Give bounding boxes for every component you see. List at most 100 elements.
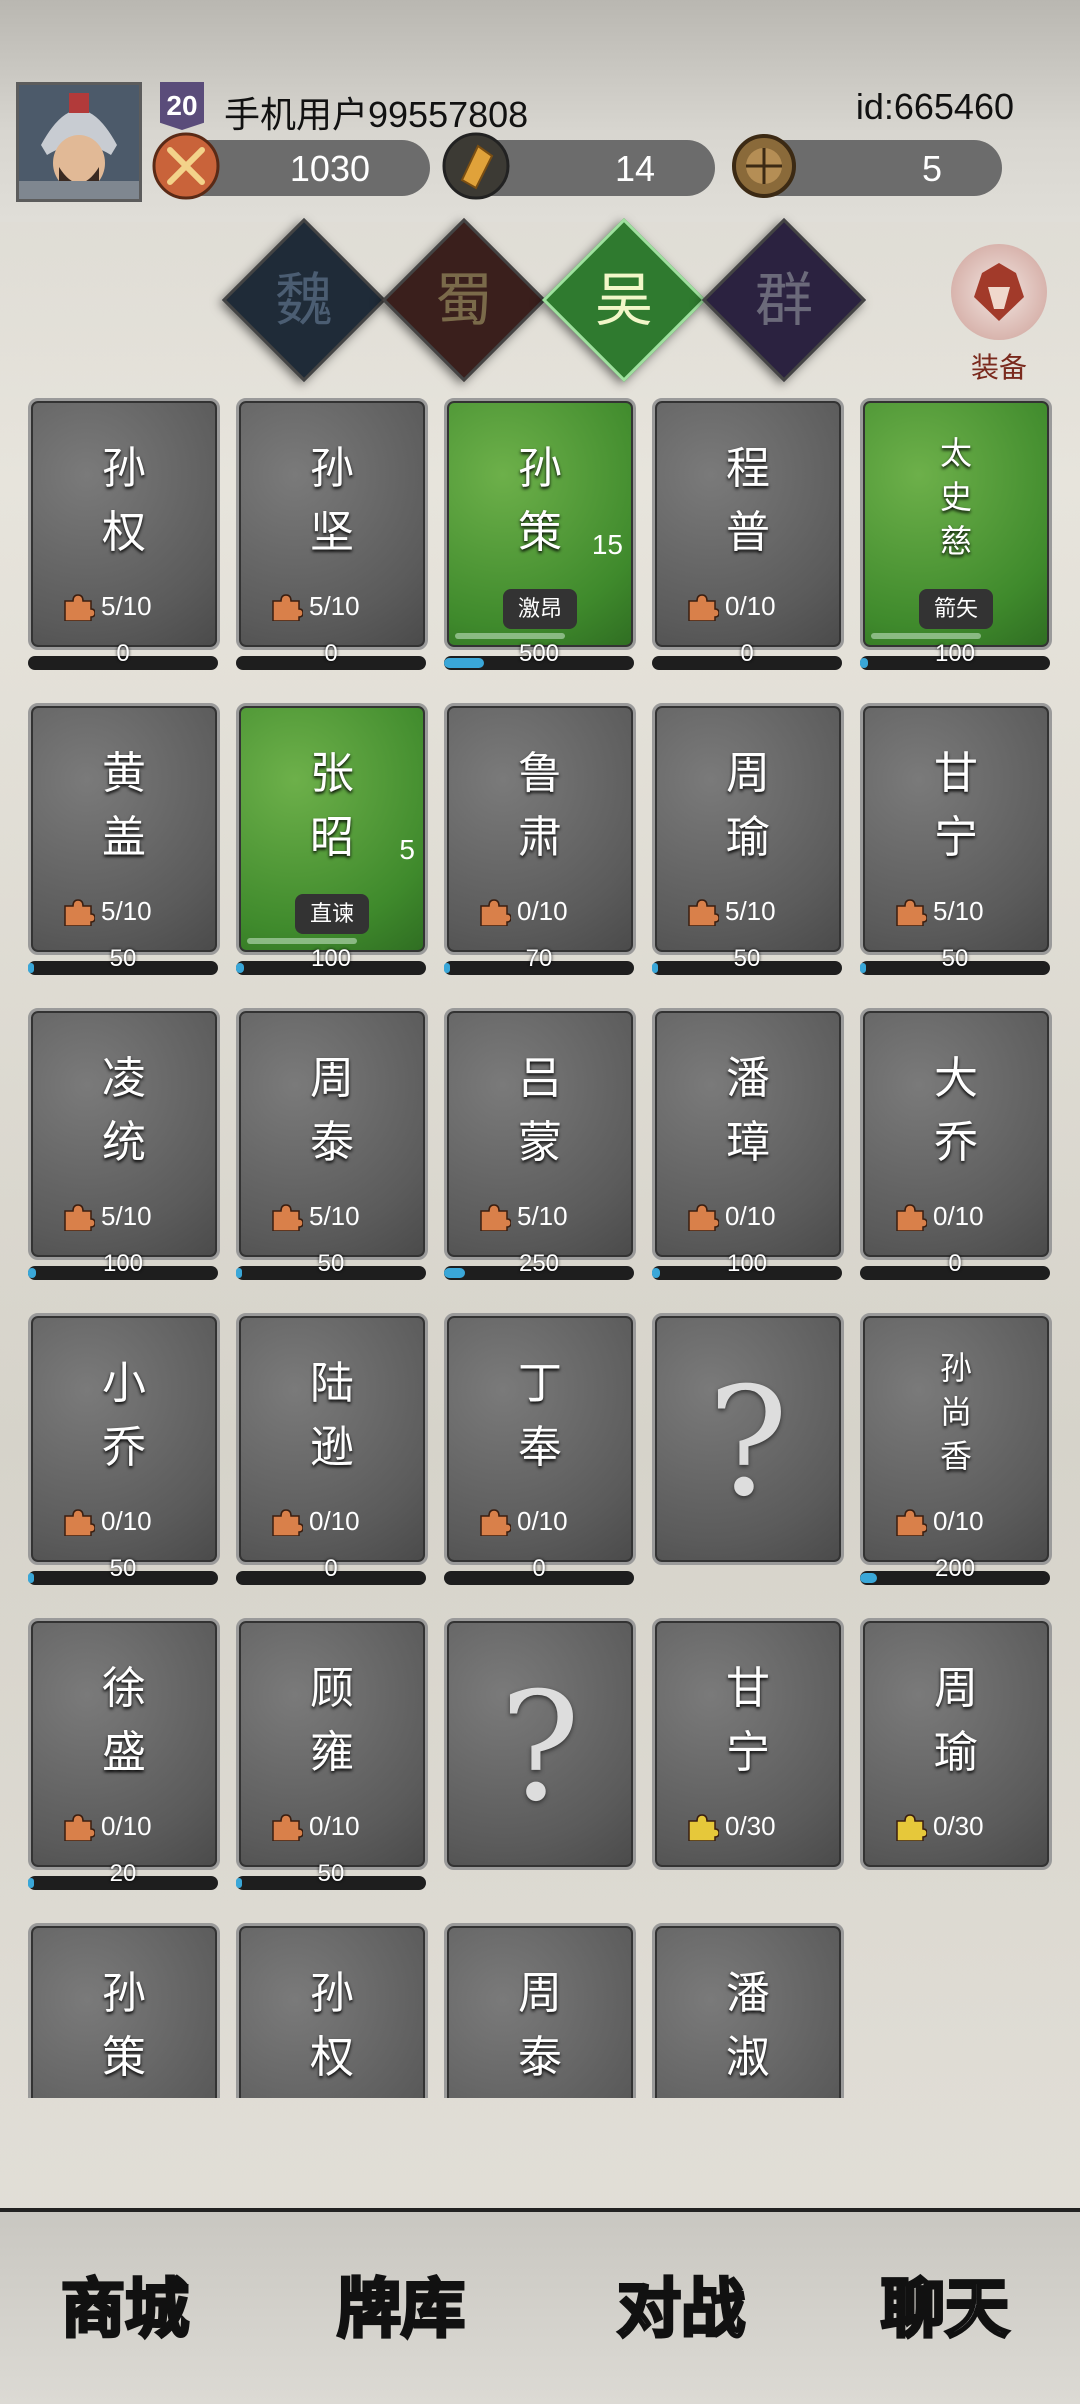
stat-scroll[interactable]: 14 <box>442 132 715 200</box>
card-fragment-count: 0/10 <box>477 1506 568 1537</box>
card-progress-bar: 500 <box>444 640 634 670</box>
card-hero-name: 张 昭 <box>310 748 354 863</box>
nav-chat-label: 聊天 <box>880 2271 1011 2349</box>
tab-faction-qun[interactable]: 群 <box>701 217 867 383</box>
card-hero-name: 周 泰 <box>518 1968 562 2083</box>
puzzle-fragment-icon <box>64 593 95 621</box>
unknown-card-mark: ? <box>707 1356 789 1530</box>
card-progress-bar: 50 <box>28 1555 218 1585</box>
card-face: 张 昭 5 直谏 <box>236 703 428 955</box>
card-fragment-text: 5/10 <box>101 591 152 621</box>
hero-card[interactable]: 凌 统 5/10 100 <box>28 1008 220 1298</box>
card-face: 潘 淑 <box>652 1923 844 2098</box>
card-face: 潘 璋 0/10 <box>652 1008 844 1260</box>
hero-card[interactable]: 周 泰 <box>444 1923 636 2098</box>
card-fragment-text: 5/10 <box>725 896 776 926</box>
username: 手机用户99557808 <box>224 94 529 135</box>
hero-card[interactable]: 甘 宁 5/10 50 <box>860 703 1052 993</box>
card-hero-name: 周 泰 <box>310 1053 354 1168</box>
hero-card[interactable]: 大 乔 0/10 0 <box>860 1008 1052 1298</box>
hero-card[interactable]: 孙 坚 5/10 0 <box>236 398 428 688</box>
hero-card[interactable]: 陆 逊 0/10 0 <box>236 1313 428 1603</box>
hero-card[interactable]: 鲁 肃 0/10 70 <box>444 703 636 993</box>
card-progress-value: 100 <box>726 1250 768 1277</box>
nav-shop[interactable]: 商城 <box>40 2250 210 2370</box>
profile-header: 20 手机用户99557808 id:665460 1030 14 5 <box>0 0 1080 222</box>
stat-orb[interactable]: 5 <box>732 134 1002 198</box>
hero-card[interactable]: 周 瑜 0/30 <box>860 1618 1052 1908</box>
card-hero-name: 潘 淑 <box>726 1968 770 2083</box>
hero-card[interactable]: 太 史 慈箭矢 100 <box>860 398 1052 688</box>
nav-chat[interactable]: 聊天 <box>860 2250 1030 2370</box>
card-progress-bar: 0 <box>28 640 218 670</box>
card-face: 周 瑜 5/10 <box>652 703 844 955</box>
hero-card[interactable]: 孙 权 5/10 0 <box>28 398 220 688</box>
card-progress-value: 250 <box>518 1250 560 1277</box>
card-face: 孙 权 <box>236 1923 428 2098</box>
stat-swords[interactable]: 1030 <box>152 132 430 200</box>
card-level: 5 <box>399 834 415 865</box>
card-progress-value: 0 <box>324 640 338 667</box>
tab-faction-shu[interactable]: 蜀 <box>381 217 547 383</box>
hero-card[interactable]: 徐 盛 0/10 20 <box>28 1618 220 1908</box>
nav-card-library[interactable]: 牌库 <box>316 2250 486 2370</box>
hero-card[interactable]: 周 瑜 5/10 50 <box>652 703 844 993</box>
equip-button[interactable]: 装备 <box>944 244 1054 386</box>
hero-card[interactable]: 潘 璋 0/10 100 <box>652 1008 844 1298</box>
card-progress-bar: 0 <box>236 640 426 670</box>
card-progress-value: 50 <box>317 1860 345 1887</box>
puzzle-fragment-icon <box>896 1508 927 1536</box>
card-fragment-text: 5/10 <box>309 591 360 621</box>
card-skill-badge: 箭矢 <box>919 589 993 629</box>
card-hero-name: 小 乔 <box>102 1358 146 1473</box>
card-face: 周 泰 <box>444 1923 636 2098</box>
hero-card[interactable]: 黄 盖 5/10 50 <box>28 703 220 993</box>
hero-card[interactable]: 小 乔 0/10 50 <box>28 1313 220 1603</box>
card-progress-bar: 50 <box>28 945 218 975</box>
card-fragment-text: 5/10 <box>101 1201 152 1231</box>
nav-battle[interactable]: 对战 <box>596 2250 766 2370</box>
card-fragment-count: 5/10 <box>685 896 776 927</box>
puzzle-fragment-icon <box>896 1813 927 1841</box>
tab-faction-wu[interactable]: 吴 <box>541 217 707 383</box>
hero-card[interactable]: ? <box>652 1313 844 1603</box>
hero-card[interactable]: 张 昭 5 直谏 100 <box>236 703 428 993</box>
card-hero-name: 吕 蒙 <box>518 1053 562 1168</box>
card-progress-value: 100 <box>102 1250 144 1277</box>
hero-card[interactable]: 孙 权 <box>236 1923 428 2098</box>
card-progress-bar: 0 <box>652 640 842 670</box>
hero-card[interactable]: ? <box>444 1618 636 1908</box>
stat-orb-value: 5 <box>921 148 942 189</box>
card-progress-value: 70 <box>525 945 553 972</box>
warrior-portrait-icon <box>19 85 139 199</box>
hero-card[interactable]: 孙 尚 香 0/10 200 <box>860 1313 1052 1603</box>
card-grid: 孙 权 5/10 0 孙 坚 5/10 0 孙 策 15 激昂 500 程 普 0/10 0 太 史 慈箭… <box>28 398 1058 2098</box>
card-fragment-count: 5/10 <box>893 896 984 927</box>
card-progress-value: 0 <box>740 640 754 667</box>
card-fragment-count: 0/10 <box>61 1811 152 1842</box>
hero-card[interactable]: 周 泰 5/10 50 <box>236 1008 428 1298</box>
card-fragment-text: 0/10 <box>725 591 776 621</box>
card-hero-name: 孙 权 <box>310 1968 354 2083</box>
hero-card[interactable]: 甘 宁 0/30 <box>652 1618 844 1908</box>
hero-card[interactable]: 程 普 0/10 0 <box>652 398 844 688</box>
card-progress-bar: 0 <box>444 1555 634 1585</box>
card-hero-name: 徐 盛 <box>102 1663 146 1778</box>
tab-faction-wei[interactable]: 魏 <box>221 217 387 383</box>
hero-card[interactable]: 孙 策 15 激昂 500 <box>444 398 636 688</box>
hero-card[interactable]: 丁 奉 0/10 0 <box>444 1313 636 1603</box>
card-level: 15 <box>591 529 623 560</box>
card-progress-bar: 100 <box>860 640 1050 670</box>
card-fragment-count: 0/30 <box>685 1811 776 1842</box>
hero-card[interactable]: 顾 雍 0/10 50 <box>236 1618 428 1908</box>
avatar[interactable] <box>16 82 142 202</box>
card-hero-name: 太 史 慈 <box>939 434 972 560</box>
hero-card[interactable]: 吕 蒙 5/10 250 <box>444 1008 636 1298</box>
hero-card[interactable]: 孙 策 <box>28 1923 220 2098</box>
puzzle-fragment-icon <box>64 1203 95 1231</box>
card-face: ? <box>444 1618 636 1870</box>
puzzle-fragment-icon <box>480 1203 511 1231</box>
card-face: 鲁 肃 0/10 <box>444 703 636 955</box>
equip-label: 装备 <box>970 351 1027 384</box>
hero-card[interactable]: 潘 淑 <box>652 1923 844 2098</box>
